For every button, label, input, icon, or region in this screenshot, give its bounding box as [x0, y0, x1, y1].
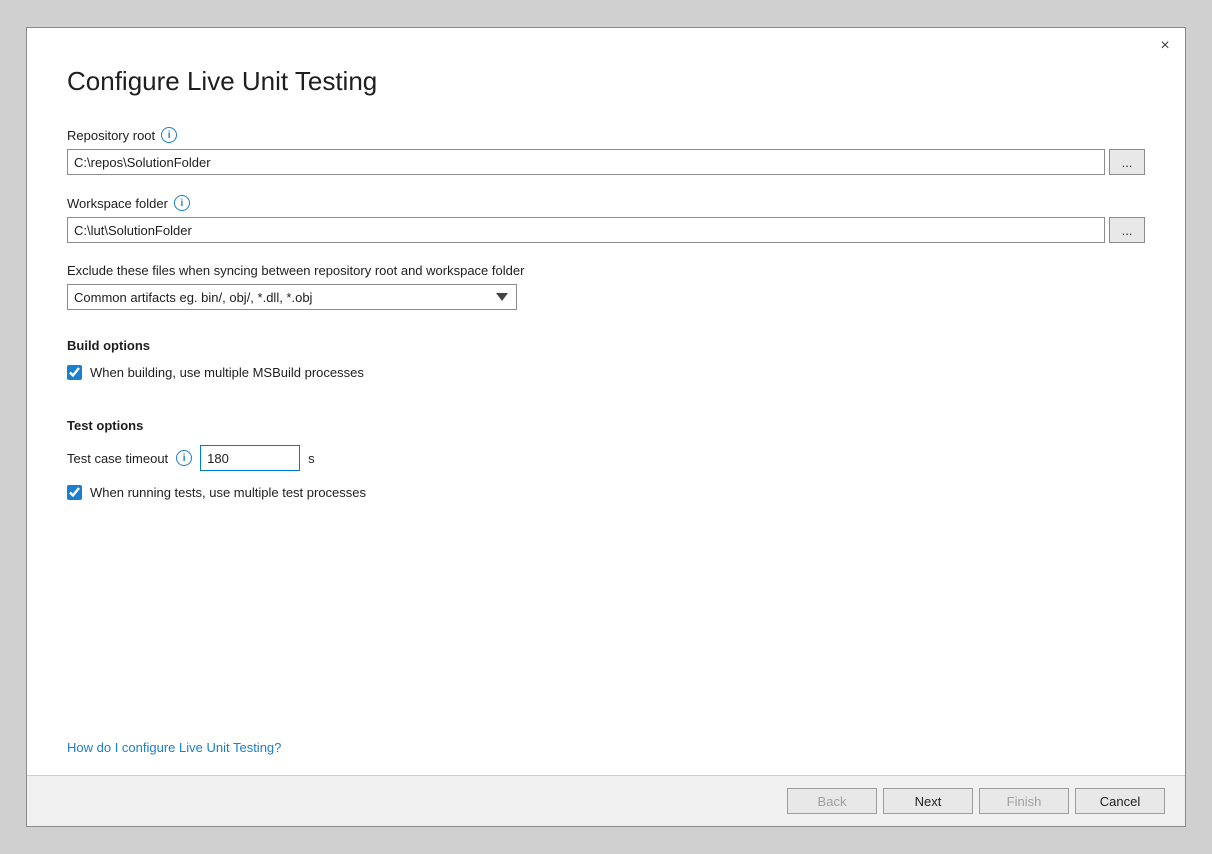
- cancel-button[interactable]: Cancel: [1075, 788, 1165, 814]
- exclude-files-label: Exclude these files when syncing between…: [67, 263, 1145, 278]
- repository-root-info-icon[interactable]: i: [161, 127, 177, 143]
- repository-root-input-row: ...: [67, 149, 1145, 175]
- test-options-group: Test options Test case timeout i s When …: [67, 410, 1145, 510]
- dialog-body: Configure Live Unit Testing Repository r…: [27, 56, 1185, 775]
- close-button[interactable]: ×: [1155, 36, 1175, 56]
- repository-root-input[interactable]: [67, 149, 1105, 175]
- exclude-files-group: Exclude these files when syncing between…: [67, 263, 1145, 310]
- multi-process-row: When running tests, use multiple test pr…: [67, 485, 1145, 500]
- multi-process-checkbox[interactable]: [67, 485, 82, 500]
- build-options-group: Build options When building, use multipl…: [67, 330, 1145, 390]
- multi-msbuild-checkbox[interactable]: [67, 365, 82, 380]
- multi-msbuild-label: When building, use multiple MSBuild proc…: [90, 365, 364, 380]
- build-options-title: Build options: [67, 338, 1145, 353]
- timeout-label: Test case timeout: [67, 451, 168, 466]
- timeout-info-icon[interactable]: i: [176, 450, 192, 466]
- multi-msbuild-row: When building, use multiple MSBuild proc…: [67, 365, 1145, 380]
- repository-root-browse-button[interactable]: ...: [1109, 149, 1145, 175]
- exclude-files-dropdown[interactable]: Common artifacts eg. bin/, obj/, *.dll, …: [67, 284, 517, 310]
- dialog-title: Configure Live Unit Testing: [67, 66, 1145, 97]
- timeout-input[interactable]: [200, 445, 300, 471]
- timeout-unit: s: [308, 451, 315, 466]
- timeout-row: Test case timeout i s: [67, 445, 1145, 471]
- next-button[interactable]: Next: [883, 788, 973, 814]
- workspace-folder-input-row: ...: [67, 217, 1145, 243]
- spacer: [67, 530, 1145, 740]
- workspace-folder-group: Workspace folder i ...: [67, 195, 1145, 243]
- configure-dialog: × Configure Live Unit Testing Repository…: [26, 27, 1186, 827]
- back-button[interactable]: Back: [787, 788, 877, 814]
- workspace-folder-label: Workspace folder i: [67, 195, 1145, 211]
- dialog-footer: Back Next Finish Cancel: [27, 775, 1185, 826]
- finish-button[interactable]: Finish: [979, 788, 1069, 814]
- help-link[interactable]: How do I configure Live Unit Testing?: [67, 740, 1145, 755]
- title-bar: ×: [27, 28, 1185, 56]
- workspace-folder-input[interactable]: [67, 217, 1105, 243]
- repository-root-label: Repository root i: [67, 127, 1145, 143]
- workspace-folder-browse-button[interactable]: ...: [1109, 217, 1145, 243]
- multi-process-label: When running tests, use multiple test pr…: [90, 485, 366, 500]
- exclude-files-select-row: Common artifacts eg. bin/, obj/, *.dll, …: [67, 284, 1145, 310]
- repository-root-group: Repository root i ...: [67, 127, 1145, 175]
- workspace-folder-info-icon[interactable]: i: [174, 195, 190, 211]
- test-options-title: Test options: [67, 418, 1145, 433]
